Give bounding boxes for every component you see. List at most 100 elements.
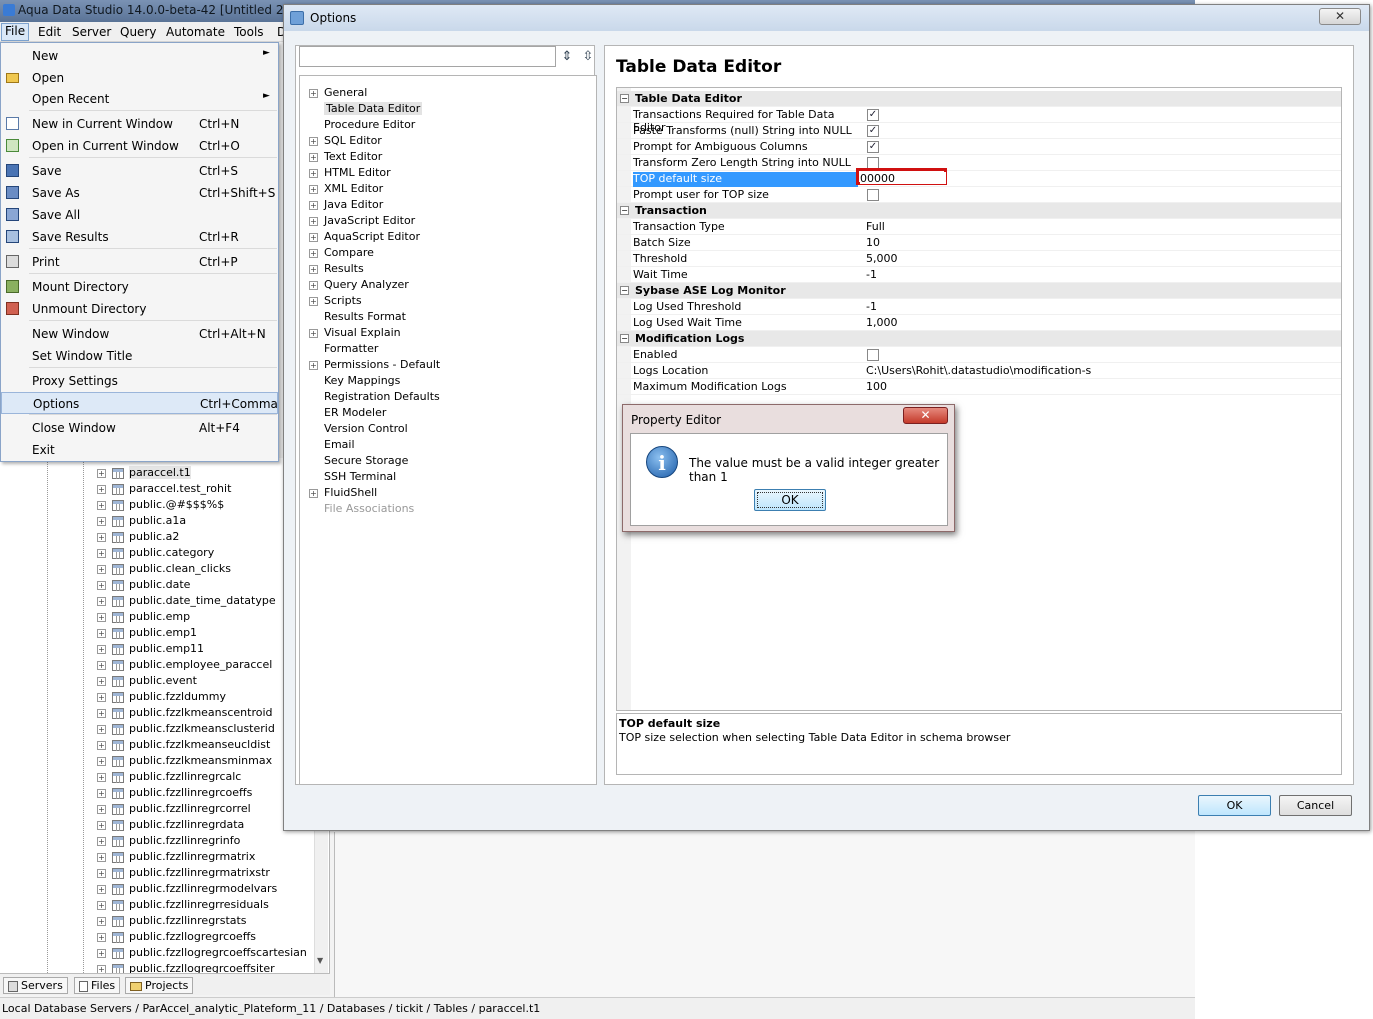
menu-tools[interactable]: Tools xyxy=(234,25,264,39)
expand-icon[interactable]: + xyxy=(97,644,106,654)
grid-row-prompt-user-for-top-size[interactable]: Prompt user for TOP size xyxy=(617,187,1341,203)
options-node-ssh-terminal[interactable]: SSH Terminal xyxy=(309,470,396,486)
property-value[interactable]: 10 xyxy=(866,236,880,249)
tree-table-node[interactable]: + public.fzzllinregrinfo xyxy=(97,834,240,850)
options-node-formatter[interactable]: Formatter xyxy=(309,342,378,358)
options-node-html-editor[interactable]: + HTML Editor xyxy=(309,166,391,182)
menu-item-save-all[interactable]: Save All xyxy=(1,204,278,226)
property-checkbox[interactable]: ✓ xyxy=(867,125,879,137)
top-default-size-input[interactable] xyxy=(860,172,946,184)
expand-icon[interactable]: + xyxy=(309,168,318,178)
menu-item-print[interactable]: Print Ctrl+P xyxy=(1,251,278,273)
property-value[interactable]: 100 xyxy=(866,380,887,393)
property-checkbox[interactable] xyxy=(867,189,879,201)
expand-icon[interactable]: + xyxy=(309,280,318,290)
tree-table-node[interactable]: + public.fzzllogregrcoeffs xyxy=(97,930,256,946)
menu-item-exit[interactable]: Exit xyxy=(1,439,278,461)
grid-row-log-used-wait-time[interactable]: Log Used Wait Time 1,000 xyxy=(617,315,1341,331)
collapse-icon[interactable]: − xyxy=(620,334,629,343)
options-node-version-control[interactable]: Version Control xyxy=(309,422,408,438)
menu-item-new-in-current-window[interactable]: New in Current Window Ctrl+N xyxy=(1,113,278,135)
expand-icon[interactable]: + xyxy=(309,232,318,242)
expand-icon[interactable]: + xyxy=(97,500,106,510)
grid-row-wait-time[interactable]: Wait Time -1 xyxy=(617,267,1341,283)
expand-icon[interactable]: + xyxy=(309,216,318,226)
options-node-text-editor[interactable]: + Text Editor xyxy=(309,150,382,166)
expand-icon[interactable]: + xyxy=(309,152,318,162)
tree-table-node[interactable]: + public.fzzlkmeansclusterid xyxy=(97,722,275,738)
ok-button[interactable]: OK xyxy=(1198,795,1271,816)
options-node-general[interactable]: + General xyxy=(309,86,367,102)
close-icon[interactable]: ✕ xyxy=(1319,8,1361,25)
options-node-javascript-editor[interactable]: + JavaScript Editor xyxy=(309,214,415,230)
tab-servers[interactable]: Servers xyxy=(3,977,68,994)
expand-icon[interactable]: + xyxy=(97,916,106,926)
tree-table-node[interactable]: + paraccel.t1 xyxy=(97,466,191,482)
menu-item-open[interactable]: Open xyxy=(1,67,278,89)
grid-row-logs-location[interactable]: Logs Location C:\Users\Rohit\.datastudio\… xyxy=(617,363,1341,379)
tree-table-node[interactable]: + public.clean_clicks xyxy=(97,562,231,578)
grid-row-enabled[interactable]: Enabled xyxy=(617,347,1341,363)
tree-table-node[interactable]: + public.fzzllinregrmodelvars xyxy=(97,882,277,898)
property-value[interactable]: -1 xyxy=(866,268,877,281)
menu-query[interactable]: Query xyxy=(120,25,156,39)
menu-item-save-as[interactable]: Save As Ctrl+Shift+S xyxy=(1,182,278,204)
tab-projects[interactable]: Projects xyxy=(125,977,194,994)
property-checkbox[interactable] xyxy=(867,349,879,361)
grid-row-transform-zero-length-string-into-null[interactable]: Transform Zero Length String into NULL xyxy=(617,155,1341,171)
options-node-er-modeler[interactable]: ER Modeler xyxy=(309,406,386,422)
expand-icon[interactable]: + xyxy=(309,328,318,338)
tree-table-node[interactable]: + public.emp xyxy=(97,610,190,626)
grid-row-threshold[interactable]: Threshold 5,000 xyxy=(617,251,1341,267)
expand-icon[interactable]: + xyxy=(97,596,106,606)
expand-icon[interactable]: + xyxy=(309,360,318,370)
options-node-permissions-default[interactable]: + Permissions - Default xyxy=(309,358,440,374)
tree-table-node[interactable]: + public.fzzllogregrcoeffscartesian xyxy=(97,946,307,962)
menu-item-save[interactable]: Save Ctrl+S xyxy=(1,160,278,182)
expand-icon[interactable]: + xyxy=(97,660,106,670)
expand-icon[interactable]: + xyxy=(97,804,106,814)
expand-icon[interactable]: + xyxy=(97,884,106,894)
options-node-java-editor[interactable]: + Java Editor xyxy=(309,198,383,214)
tree-table-node[interactable]: + public.date_time_datatype xyxy=(97,594,276,610)
property-checkbox[interactable]: ✓ xyxy=(867,109,879,121)
cancel-button[interactable]: Cancel xyxy=(1279,795,1352,816)
scroll-down-icon[interactable]: ▼ xyxy=(317,956,323,965)
property-value[interactable]: -1 xyxy=(866,300,877,313)
expand-icon[interactable]: + xyxy=(309,88,318,98)
expand-icon[interactable]: + xyxy=(309,248,318,258)
grid-category-sybase-ase-log-monitor[interactable]: − Sybase ASE Log Monitor xyxy=(617,283,1341,299)
options-node-visual-explain[interactable]: + Visual Explain xyxy=(309,326,401,342)
expand-icon[interactable]: + xyxy=(97,532,106,542)
expand-icon[interactable]: + xyxy=(97,724,106,734)
grid-row-top-default-size[interactable]: TOP default size xyxy=(617,171,1341,187)
options-node-compare[interactable]: + Compare xyxy=(309,246,374,262)
collapse-icon[interactable]: − xyxy=(620,286,629,295)
expand-icon[interactable]: + xyxy=(97,612,106,622)
tree-table-node[interactable]: + public.fzzlkmeansminmax xyxy=(97,754,272,770)
expand-icon[interactable]: + xyxy=(97,852,106,862)
expand-icon[interactable]: + xyxy=(97,740,106,750)
grid-row-transactions-required-for-table-data-editor[interactable]: Transactions Required for Table Data Edi… xyxy=(617,107,1341,134)
menu-edit[interactable]: Edit xyxy=(38,25,61,39)
expand-icon[interactable]: + xyxy=(97,468,106,478)
menu-item-close-window[interactable]: Close Window Alt+F4 xyxy=(1,417,278,439)
grid-row-maximum-modification-logs[interactable]: Maximum Modification Logs 100 xyxy=(617,379,1341,395)
tree-table-node[interactable]: + public.fzzllinregrcorrel xyxy=(97,802,251,818)
menu-file[interactable]: File xyxy=(1,23,30,41)
options-node-xml-editor[interactable]: + XML Editor xyxy=(309,182,383,198)
expand-icon[interactable]: + xyxy=(309,200,318,210)
message-ok-button[interactable]: OK xyxy=(754,489,826,511)
options-node-fluidshell[interactable]: + FluidShell xyxy=(309,486,377,502)
menu-server[interactable]: Server xyxy=(72,25,111,39)
options-node-aquascript-editor[interactable]: + AquaScript Editor xyxy=(309,230,420,246)
menu-item-proxy-settings[interactable]: Proxy Settings xyxy=(1,370,278,392)
options-node-procedure-editor[interactable]: Procedure Editor xyxy=(309,118,415,134)
options-search-input[interactable] xyxy=(299,46,556,67)
property-value[interactable]: 1,000 xyxy=(866,316,898,329)
menu-automate[interactable]: Automate xyxy=(166,25,225,39)
tree-table-node[interactable]: + public.fzzllinregrresiduals xyxy=(97,898,269,914)
tree-table-node[interactable]: + paraccel.test_rohit xyxy=(97,482,231,498)
expand-icon[interactable]: + xyxy=(97,836,106,846)
property-value[interactable]: C:\Users\Rohit\.datastudio\modification-… xyxy=(866,364,1091,377)
